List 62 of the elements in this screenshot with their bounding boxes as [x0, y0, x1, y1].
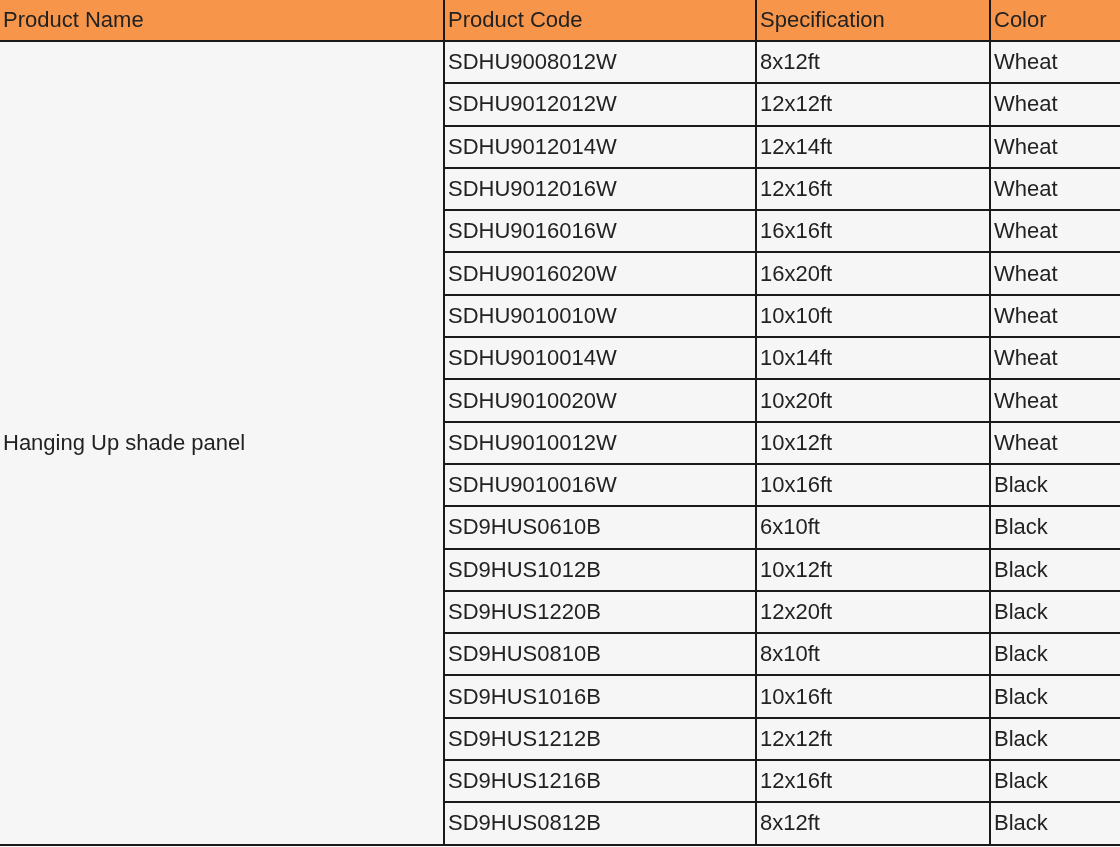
- table-cell: 16x20ft: [756, 252, 990, 295]
- table-cell: SDHU9010010W: [444, 294, 756, 338]
- table-cell: Black: [990, 760, 1120, 803]
- table-cell: Black: [990, 717, 1120, 761]
- table-cell: 10x12ft: [756, 548, 990, 591]
- table-cell: Black: [990, 506, 1120, 549]
- table-cell: Wheat: [990, 252, 1120, 295]
- table-cell: 10x10ft: [756, 294, 990, 338]
- table-cell: Wheat: [990, 125, 1120, 168]
- table-cell: 10x14ft: [756, 337, 990, 380]
- table-cell: Black: [990, 463, 1120, 507]
- table-cell: Hanging Up shade panel: [0, 41, 444, 845]
- table-cell: SDHU9012016W: [444, 167, 756, 211]
- table-cell: 12x16ft: [756, 167, 990, 211]
- table-cell: Wheat: [990, 421, 1120, 464]
- table-cell: SDHU9012012W: [444, 83, 756, 126]
- table-cell: 12x12ft: [756, 83, 990, 126]
- table-cell: SDHU9010012W: [444, 421, 756, 464]
- table-cell: SD9HUS1012B: [444, 548, 756, 591]
- table-cell: 8x12ft: [756, 41, 990, 84]
- column-header: Product Code: [444, 0, 756, 41]
- column-header: Color: [990, 0, 1120, 41]
- table-cell: SD9HUS1016B: [444, 675, 756, 718]
- table-cell: Black: [990, 802, 1120, 845]
- table-cell: SD9HUS1216B: [444, 760, 756, 803]
- table-cell: Black: [990, 633, 1120, 676]
- table-cell: SDHU9008012W: [444, 41, 756, 84]
- table-cell: Wheat: [990, 337, 1120, 380]
- table-cell: SD9HUS1220B: [444, 590, 756, 634]
- table-cell: Wheat: [990, 41, 1120, 84]
- table-cell: 8x10ft: [756, 633, 990, 676]
- table-cell: Wheat: [990, 167, 1120, 211]
- table-cell: SDHU9012014W: [444, 125, 756, 168]
- table-cell: 12x20ft: [756, 590, 990, 634]
- table-cell: 10x16ft: [756, 675, 990, 718]
- table-cell: 8x12ft: [756, 802, 990, 845]
- table-cell: SDHU9010016W: [444, 463, 756, 507]
- column-header: Specification: [756, 0, 990, 41]
- table-cell: Black: [990, 548, 1120, 591]
- column-header: Product Name: [0, 0, 444, 41]
- table-cell: SD9HUS0810B: [444, 633, 756, 676]
- table-cell: Wheat: [990, 379, 1120, 422]
- table-cell: 10x16ft: [756, 463, 990, 507]
- table-cell: SDHU9016020W: [444, 252, 756, 295]
- table-cell: 10x12ft: [756, 421, 990, 464]
- table-cell: SDHU9010020W: [444, 379, 756, 422]
- table-cell: 12x16ft: [756, 760, 990, 803]
- table-cell: SD9HUS1212B: [444, 717, 756, 761]
- table-cell: 6x10ft: [756, 506, 990, 549]
- table-cell: 12x14ft: [756, 125, 990, 168]
- table-cell: Wheat: [990, 294, 1120, 338]
- table-cell: 12x12ft: [756, 717, 990, 761]
- table-cell: Wheat: [990, 210, 1120, 253]
- table-cell: SDHU9010014W: [444, 337, 756, 380]
- table-cell: SDHU9016016W: [444, 210, 756, 253]
- table-cell: 10x20ft: [756, 379, 990, 422]
- table-cell: 16x16ft: [756, 210, 990, 253]
- table-cell: Black: [990, 675, 1120, 718]
- table-cell: SD9HUS0610B: [444, 506, 756, 549]
- table-cell: SD9HUS0812B: [444, 802, 756, 845]
- table-cell: Black: [990, 590, 1120, 634]
- table-cell: Wheat: [990, 83, 1120, 126]
